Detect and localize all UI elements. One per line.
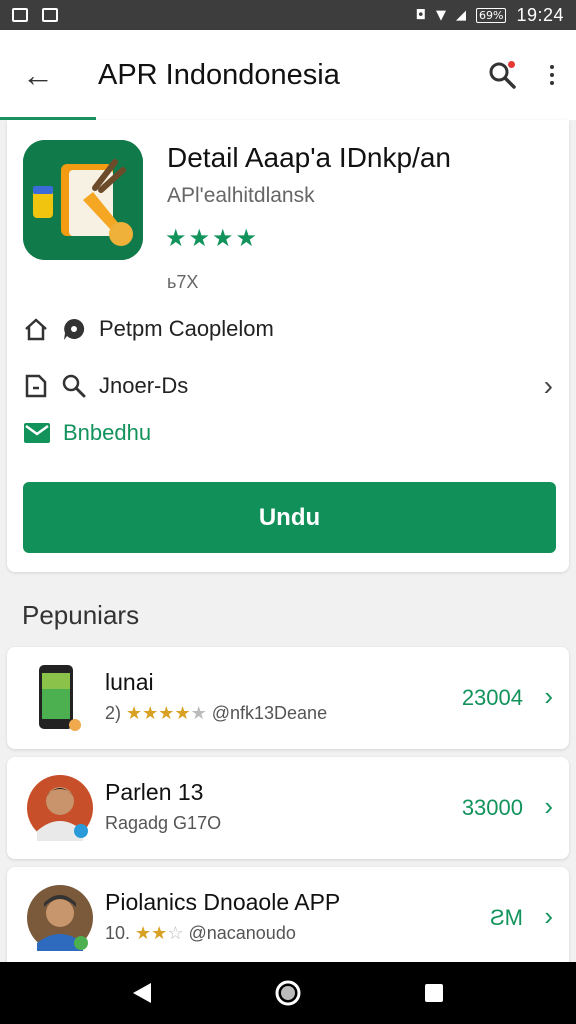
- info-row-label: Bnbedhu: [63, 420, 152, 445]
- back-arrow-icon[interactable]: ←: [22, 59, 62, 91]
- more-vert-icon[interactable]: [550, 65, 554, 85]
- list-item[interactable]: lunai 2) ★★★★★ @nfk13Deane 23004 ›: [7, 647, 569, 749]
- app-icon-graphic: [23, 140, 143, 260]
- app-developer[interactable]: APl'ealhitdlansk: [167, 184, 315, 208]
- info-row-home[interactable]: Petpm Caoplelom: [23, 316, 274, 342]
- rating-prefix: 2): [105, 703, 122, 723]
- info-row-label: Jnoer-Ds: [99, 373, 189, 398]
- list-item-subtitle: 10. ★★☆ @nacanoudo: [105, 923, 296, 944]
- clock: 19:24: [516, 4, 564, 25]
- notification-icon: [12, 8, 28, 22]
- rating-star-empty: ★: [190, 703, 207, 723]
- section-title: Pepuniars: [22, 600, 140, 630]
- list-item-handle: @nacanoudo: [188, 923, 296, 943]
- nav-home-icon[interactable]: [274, 979, 302, 1007]
- list-item-subtitle: 2) ★★★★★ @nfk13Deane: [105, 703, 327, 724]
- notification-dot: [508, 61, 515, 68]
- app-bar-actions: [488, 61, 554, 89]
- app-name: Detail Aaap'a IDnkp/an: [167, 142, 451, 173]
- install-button[interactable]: Undu: [23, 482, 556, 553]
- list-item-value: 33000: [461, 795, 523, 820]
- file-icon: [25, 374, 47, 398]
- nav-recents-icon[interactable]: [423, 982, 445, 1004]
- avatar: [27, 775, 93, 841]
- list-item[interactable]: Parlen 13 Ragadg G17O 33000 ›: [7, 757, 569, 859]
- list-item[interactable]: Piolanics Dnoaole APP 10. ★★☆ @nacanoudo…: [7, 867, 569, 972]
- list-item-title: Piolanics Dnoaole APP: [105, 889, 341, 915]
- nav-back-icon[interactable]: [131, 981, 153, 1005]
- rating-stars: ★★★★: [165, 225, 260, 252]
- chevron-right-icon[interactable]: ›: [544, 681, 553, 712]
- list-item-title: lunai: [105, 669, 154, 695]
- signal-icon: ◢: [456, 7, 466, 23]
- info-row-label: Petpm Caoplelom: [99, 316, 274, 341]
- rating-prefix: 10.: [105, 923, 131, 943]
- page-title: APR Indondonesia: [98, 58, 340, 91]
- avatar: [27, 885, 93, 951]
- status-left-icons: [12, 8, 58, 22]
- phone-thumbnail: [39, 665, 81, 731]
- chevron-right-icon: ›: [543, 370, 553, 401]
- wifi-icon: ▼: [436, 7, 446, 23]
- rating-stars: ★★: [135, 923, 168, 943]
- status-right-icons: ◘ ▼ ◢ 69% 19:24: [416, 5, 564, 26]
- mail-icon: [24, 423, 50, 443]
- info-row-mail[interactable]: Bnbedhu: [23, 420, 151, 446]
- app-detail-card: Detail Aaap'a IDnkp/an APl'ealhitdlansk …: [7, 120, 569, 572]
- system-nav-bar: [0, 962, 576, 1024]
- list-item-title: Parlen 13: [105, 779, 204, 805]
- list-item-value: 23004: [461, 685, 523, 710]
- app-size: ь7X: [167, 272, 199, 292]
- battery-icon: 69%: [476, 7, 507, 23]
- search-small-icon: [62, 374, 86, 398]
- app-icon: [23, 140, 143, 260]
- status-bar: ◘ ▼ ◢ 69% 19:24: [0, 0, 576, 30]
- rating-star-empty: ☆: [167, 923, 184, 943]
- list-item-value: ƧM: [490, 905, 523, 930]
- chevron-right-icon[interactable]: ›: [544, 901, 553, 932]
- list-item-subtitle: Ragadg G17O: [105, 813, 222, 833]
- rating-stars: ★★★★: [126, 703, 191, 723]
- app-bar: ← APR Indondonesia: [0, 30, 576, 120]
- vibrate-icon: ◘: [415, 7, 426, 23]
- chevron-right-icon[interactable]: ›: [544, 791, 553, 822]
- gallery-icon: [42, 8, 58, 22]
- search-button[interactable]: [488, 61, 516, 89]
- chat-icon: [64, 318, 85, 340]
- home-icon: [25, 318, 47, 341]
- info-row-files[interactable]: Jnoer-Ds ›: [23, 370, 553, 402]
- list-item-handle: @nfk13Deane: [211, 703, 328, 723]
